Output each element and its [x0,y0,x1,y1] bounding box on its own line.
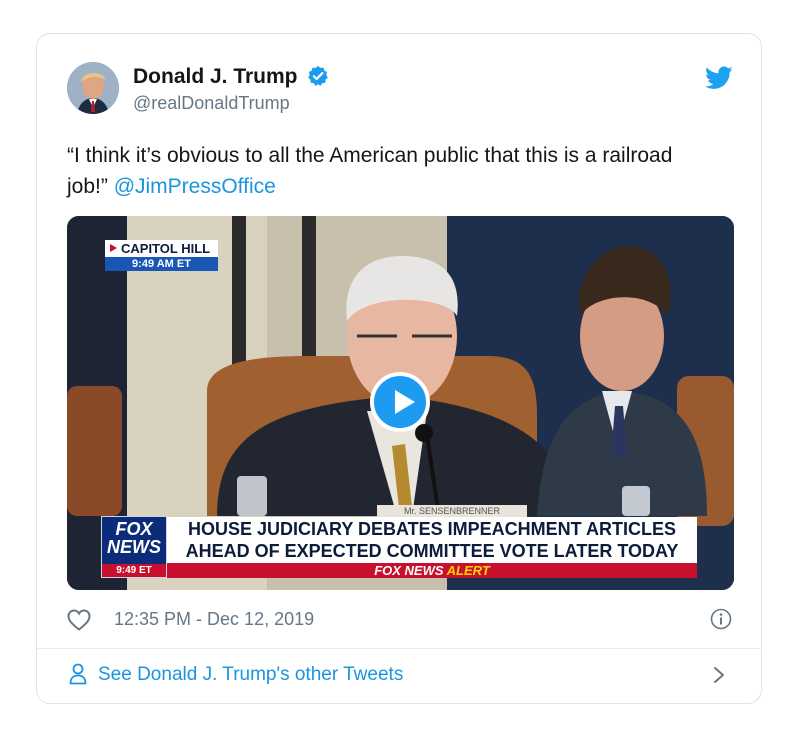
twitter-bird-icon[interactable] [705,66,733,90]
display-name[interactable]: Donald J. Trump [133,65,329,89]
chyron-headline: HOUSE JUDICIARY DEBATES IMPEACHMENT ARTI… [167,517,697,563]
alert-word: ALERT [446,563,490,578]
logo-line-1: FOX [115,519,153,539]
tweet-meta: 12:35 PM - Dec 12, 2019 [67,606,734,634]
heart-icon[interactable] [67,609,91,631]
nameplate: Mr. SENSENBRENNER [377,505,527,517]
alert-brand: FOX NEWS [374,563,447,578]
info-icon[interactable] [710,608,732,630]
tweet-text: “I think it’s obvious to all the America… [67,140,707,202]
chevron-right-icon[interactable] [713,666,725,684]
verified-badge-icon [308,65,329,86]
video-media[interactable]: CAPITOL HILL 9:49 AM ET Mr. SENSENBRENNE… [67,216,734,590]
person-icon [69,663,87,685]
alert-bar: FOX NEWS ALERT [167,563,697,578]
tweet-card: Donald J. Trump @realDonaldTrump “I thin… [36,33,762,704]
fox-news-logo: FOX NEWS 9:49 ET [101,516,167,578]
headline-line-2: AHEAD OF EXPECTED COMMITTEE VOTE LATER T… [185,541,679,561]
logo-line-2: NEWS [107,537,161,557]
mention-link[interactable]: @JimPressOffice [114,175,276,198]
location-time: 9:49 AM ET [105,257,218,271]
location-badge: CAPITOL HILL 9:49 AM ET [105,240,218,272]
avatar[interactable] [67,62,119,114]
location-label: CAPITOL HILL [105,240,218,257]
other-tweets-label[interactable]: See Donald J. Trump's other Tweets [98,664,403,686]
handle[interactable]: @realDonaldTrump [133,93,290,114]
display-name-text[interactable]: Donald J. Trump [133,65,298,88]
other-tweets-link[interactable]: See Donald J. Trump's other Tweets [37,649,761,703]
play-button[interactable] [370,372,430,432]
headline-line-1: HOUSE JUDICIARY DEBATES IMPEACHMENT ARTI… [187,519,677,539]
timestamp[interactable]: 12:35 PM - Dec 12, 2019 [114,609,314,630]
logo-time: 9:49 ET [102,564,166,577]
